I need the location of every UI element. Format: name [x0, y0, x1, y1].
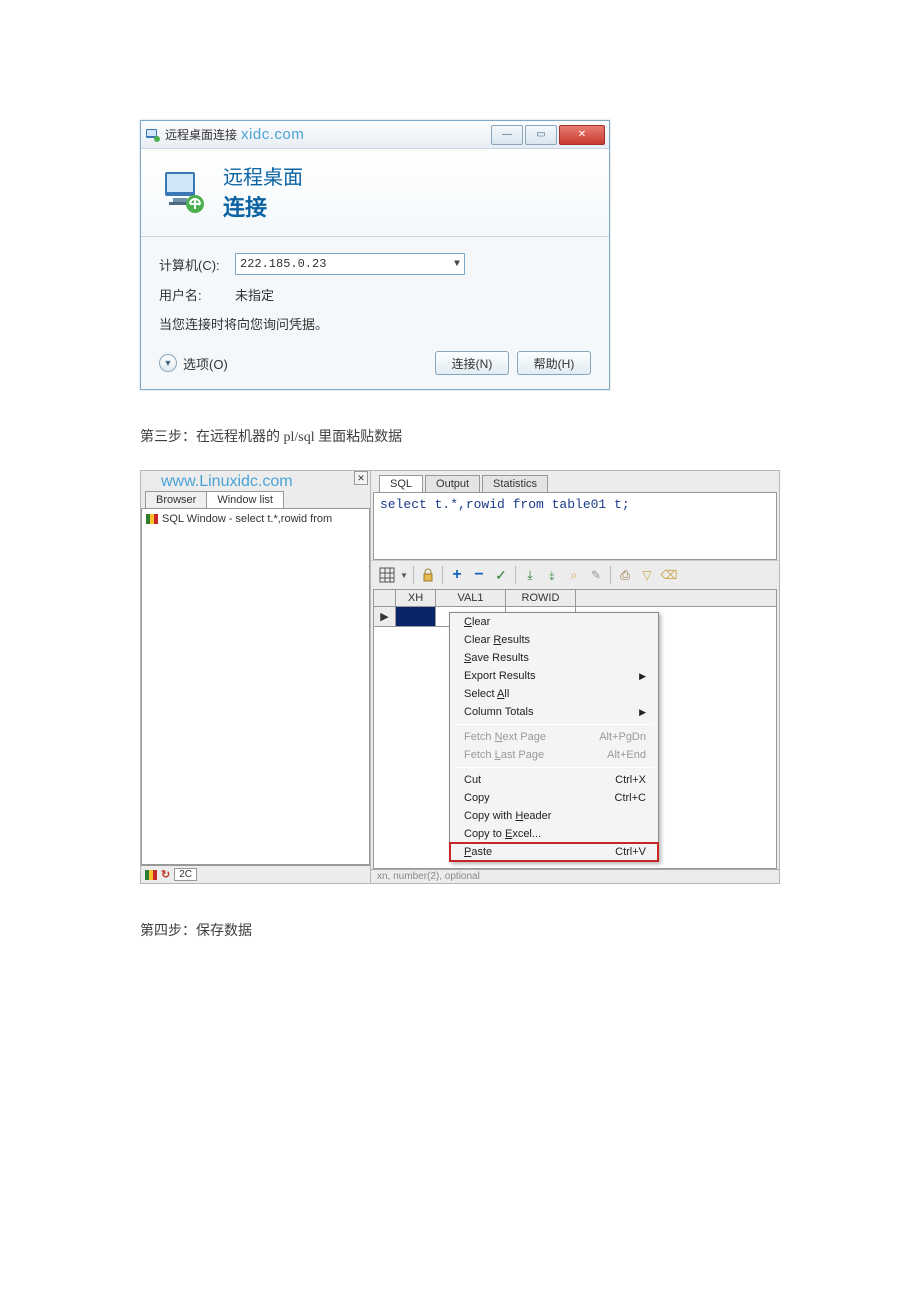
cell-xh[interactable]	[396, 607, 436, 627]
grid-header: XH VAL1 ROWID	[374, 590, 776, 607]
rdp-header-line1: 远程桌面	[223, 161, 303, 190]
sql-window-icon	[145, 870, 157, 880]
col-xh[interactable]: XH	[396, 590, 436, 606]
rdp-app-icon	[145, 127, 161, 143]
help-button[interactable]: 帮助(H)	[517, 351, 591, 375]
col-rowid[interactable]: ROWID	[506, 590, 576, 606]
options-label: 选项(O)	[183, 354, 228, 373]
add-row-icon[interactable]: +	[447, 565, 467, 585]
computer-value: 222.185.0.23	[240, 257, 326, 271]
sidebar-statusbar: ↻ 2C	[141, 865, 370, 883]
ctx-clear[interactable]: Clear	[450, 613, 658, 631]
rdp-header-text: 远程桌面 连接	[223, 161, 303, 222]
rdp-body: 计算机(C): 222.185.0.23 ▼ 用户名: 未指定 当您连接时将向您…	[141, 237, 609, 341]
col-val1[interactable]: VAL1	[436, 590, 506, 606]
ctx-export-results[interactable]: Export Results▶	[450, 667, 658, 685]
plsql-window: www.Linuxidc.com ✕ Browser Window list S…	[140, 470, 780, 884]
sql-text: select t.*,rowid from table01 t;	[380, 497, 630, 512]
credentials-note: 当您连接时将向您询问凭据。	[159, 314, 591, 333]
filter-icon[interactable]: ▽	[637, 565, 657, 585]
ctx-paste[interactable]: PasteCtrl+V	[450, 843, 658, 861]
clear-icon[interactable]: ⌫	[659, 565, 679, 585]
ctx-separator	[454, 767, 654, 768]
watermark-text: xidc.com	[241, 126, 304, 143]
panel-close-icon[interactable]: ✕	[354, 471, 368, 485]
chevron-down-icon[interactable]: ▼	[454, 259, 460, 270]
ctx-save-results[interactable]: Save Results	[450, 649, 658, 667]
computer-label: 计算机(C):	[159, 255, 235, 274]
options-expand-icon: ▼	[159, 354, 177, 372]
context-menu: Clear Clear Results Save Results Export …	[449, 612, 659, 862]
rdp-logo-icon	[159, 168, 207, 216]
fetch-icon[interactable]: ⤓	[520, 565, 540, 585]
window-list-tree[interactable]: SQL Window - select t.*,rowid from	[141, 508, 370, 865]
ctx-column-totals[interactable]: Column Totals▶	[450, 703, 658, 721]
rdp-header: 远程桌面 连接	[141, 149, 609, 237]
tree-item-label: SQL Window - select t.*,rowid from	[162, 513, 332, 525]
grid-view-icon[interactable]	[377, 565, 397, 585]
rdp-header-line2: 连接	[223, 190, 303, 222]
remove-row-icon[interactable]: −	[469, 565, 489, 585]
edit-icon[interactable]: ✎	[586, 565, 606, 585]
ctx-copy-header[interactable]: Copy with Header	[450, 807, 658, 825]
sql-editor[interactable]: select t.*,rowid from table01 t;	[373, 492, 777, 560]
tab-browser[interactable]: Browser	[145, 491, 207, 508]
grid-status-hint: xn, number(2), optional	[371, 869, 779, 883]
rdp-title-text: 远程桌面连接	[165, 126, 237, 143]
rdp-titlebar[interactable]: 远程桌面连接 xidc.com — ▭ ✕	[141, 121, 609, 149]
tab-statistics[interactable]: Statistics	[482, 475, 548, 492]
step3-text: 第三步：在远程机器的 pl/sql 里面粘贴数据	[140, 426, 780, 446]
options-toggle[interactable]: ▼ 选项(O)	[159, 354, 228, 373]
close-button[interactable]: ✕	[559, 125, 605, 145]
lock-icon[interactable]	[418, 565, 438, 585]
status-mode: 2C	[174, 868, 197, 881]
ctx-copy-excel[interactable]: Copy to Excel...	[450, 825, 658, 843]
ctx-copy[interactable]: CopyCtrl+C	[450, 789, 658, 807]
ctx-select-all[interactable]: Select All	[450, 685, 658, 703]
tab-output[interactable]: Output	[425, 475, 480, 492]
plsql-main: SQL Output Statistics select t.*,rowid f…	[371, 471, 779, 883]
find-icon[interactable]: ⌕	[564, 565, 584, 585]
sidebar-tabs: Browser Window list	[145, 491, 366, 508]
commit-icon[interactable]: ✓	[491, 565, 511, 585]
result-grid[interactable]: XH VAL1 ROWID ▶ Clear Clear Results Save…	[373, 589, 777, 869]
rdp-window: 远程桌面连接 xidc.com — ▭ ✕	[140, 120, 610, 390]
ctx-separator	[454, 724, 654, 725]
watermark-text: www.Linuxidc.com	[161, 473, 293, 491]
export-icon[interactable]: ⎙	[615, 565, 635, 585]
dropdown-icon[interactable]: ▼	[399, 565, 409, 585]
ctx-fetch-last: Fetch Last PageAlt+End	[450, 746, 658, 764]
refresh-icon[interactable]: ↻	[161, 868, 170, 881]
plsql-sidebar: www.Linuxidc.com ✕ Browser Window list S…	[141, 471, 371, 883]
row-pointer-icon: ▶	[374, 607, 396, 627]
window-buttons: — ▭ ✕	[489, 125, 605, 145]
editor-tabs: SQL Output Statistics	[371, 471, 779, 492]
ctx-cut[interactable]: CutCtrl+X	[450, 771, 658, 789]
rdp-footer: ▼ 选项(O) 连接(N) 帮助(H)	[141, 341, 609, 389]
ctx-clear-results[interactable]: Clear Results	[450, 631, 658, 649]
username-value: 未指定	[235, 285, 274, 304]
tree-item-sql-window[interactable]: SQL Window - select t.*,rowid from	[146, 513, 365, 525]
step4-text: 第四步：保存数据	[140, 920, 780, 940]
username-label: 用户名:	[159, 285, 235, 304]
ctx-fetch-next: Fetch Next PageAlt+PgDn	[450, 728, 658, 746]
maximize-button[interactable]: ▭	[525, 125, 557, 145]
grid-corner[interactable]	[374, 590, 396, 606]
fetch-all-icon[interactable]: ⤈	[542, 565, 562, 585]
computer-combobox[interactable]: 222.185.0.23 ▼	[235, 253, 465, 275]
tab-sql[interactable]: SQL	[379, 475, 423, 492]
result-toolbar: ▼ + − ✓ ⤓ ⤈ ⌕ ✎ ⎙ ▽ ⌫	[371, 560, 779, 589]
sql-window-icon	[146, 514, 158, 524]
tab-window-list[interactable]: Window list	[206, 491, 284, 508]
connect-button[interactable]: 连接(N)	[435, 351, 509, 375]
minimize-button[interactable]: —	[491, 125, 523, 145]
